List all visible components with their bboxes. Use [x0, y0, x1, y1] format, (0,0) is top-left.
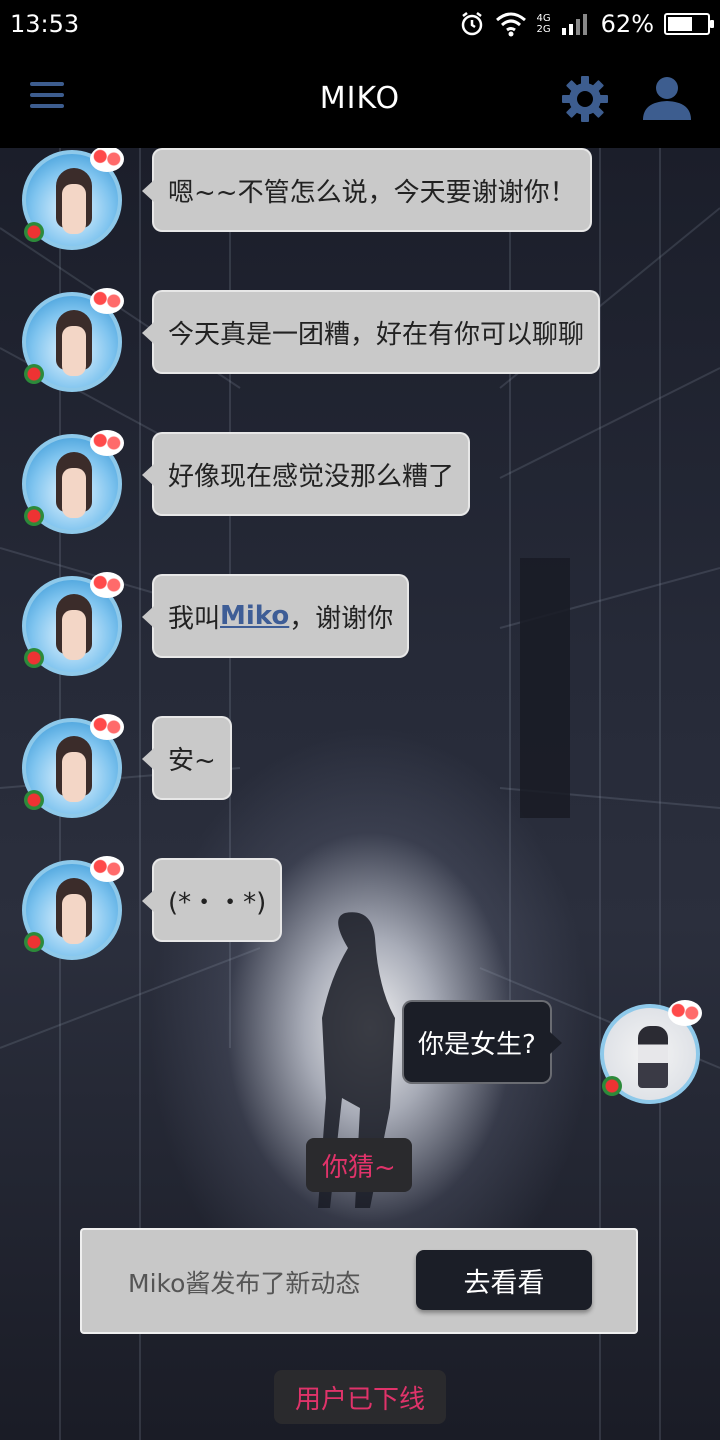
chat-bubble: (*・・*) [141, 858, 283, 942]
message-suffix: ，谢谢你 [289, 603, 394, 634]
view-button[interactable]: 去看看 [416, 1250, 592, 1310]
avatar[interactable] [22, 148, 124, 250]
chat-bubble: 安~ [142, 716, 232, 800]
avatar[interactable] [22, 714, 124, 818]
avatar[interactable] [600, 1000, 702, 1104]
avatar[interactable] [22, 430, 124, 534]
network-type-top: 4G [536, 13, 551, 24]
battery-fill [668, 17, 692, 31]
message-text: 嗯~~不管怎么说，今天要谢谢你！ [168, 177, 576, 208]
chat-bubble: 今天真是一团糟，好在有你可以聊聊 [141, 290, 601, 374]
page-title: MIKO [319, 80, 401, 116]
status-icons: 4G 2G 62% [459, 10, 714, 38]
wifi-icon [495, 12, 526, 37]
avatar[interactable] [22, 572, 124, 676]
name-link[interactable]: Miko [220, 601, 289, 631]
alarm-icon [461, 12, 482, 36]
battery-percent: 62% [600, 10, 654, 38]
status-bar: 13:53 4G 2G 62% [0, 0, 720, 48]
avatar[interactable] [22, 856, 124, 960]
message-text: 好像现在感觉没那么糟了 [168, 461, 455, 492]
chat-area[interactable]: 嗯~~不管怎么说，今天要谢谢你！ 今天真是一团糟，好在有你可以聊聊 好像现在感觉… [0, 148, 720, 1440]
battery-icon [664, 13, 714, 35]
chat-bubble: 好像现在感觉没那么糟了 [141, 432, 471, 516]
notice-text: Miko酱发布了新动态 [128, 1269, 361, 1298]
network-type: 4G 2G [537, 13, 551, 35]
chat-bubble: 我叫 Miko ，谢谢你 [141, 574, 410, 658]
user-icon[interactable] [640, 74, 694, 122]
offline-status: 用户已下线 [274, 1370, 446, 1424]
message-text: 安~ [168, 745, 216, 776]
notice-card: Miko酱发布了新动态 去看看 [80, 1228, 638, 1334]
signal-icon [561, 14, 587, 35]
message-text: 今天真是一团糟，好在有你可以聊聊 [168, 319, 585, 350]
network-type-bottom: 2G [536, 24, 551, 35]
app-bar: MIKO [0, 48, 720, 148]
avatar[interactable] [22, 288, 124, 392]
reply-option[interactable]: 你猜~ [306, 1138, 412, 1192]
status-time: 13:53 [10, 10, 80, 38]
chat-bubble: 你是女生? [402, 1000, 562, 1084]
gear-icon[interactable] [560, 74, 610, 124]
chat-bubble: 嗯~~不管怎么说，今天要谢谢你！ [142, 148, 592, 232]
message-text: (*・・*) [168, 887, 267, 918]
message-prefix: 我叫 [168, 603, 221, 634]
message-text: 你是女生? [418, 1029, 536, 1060]
